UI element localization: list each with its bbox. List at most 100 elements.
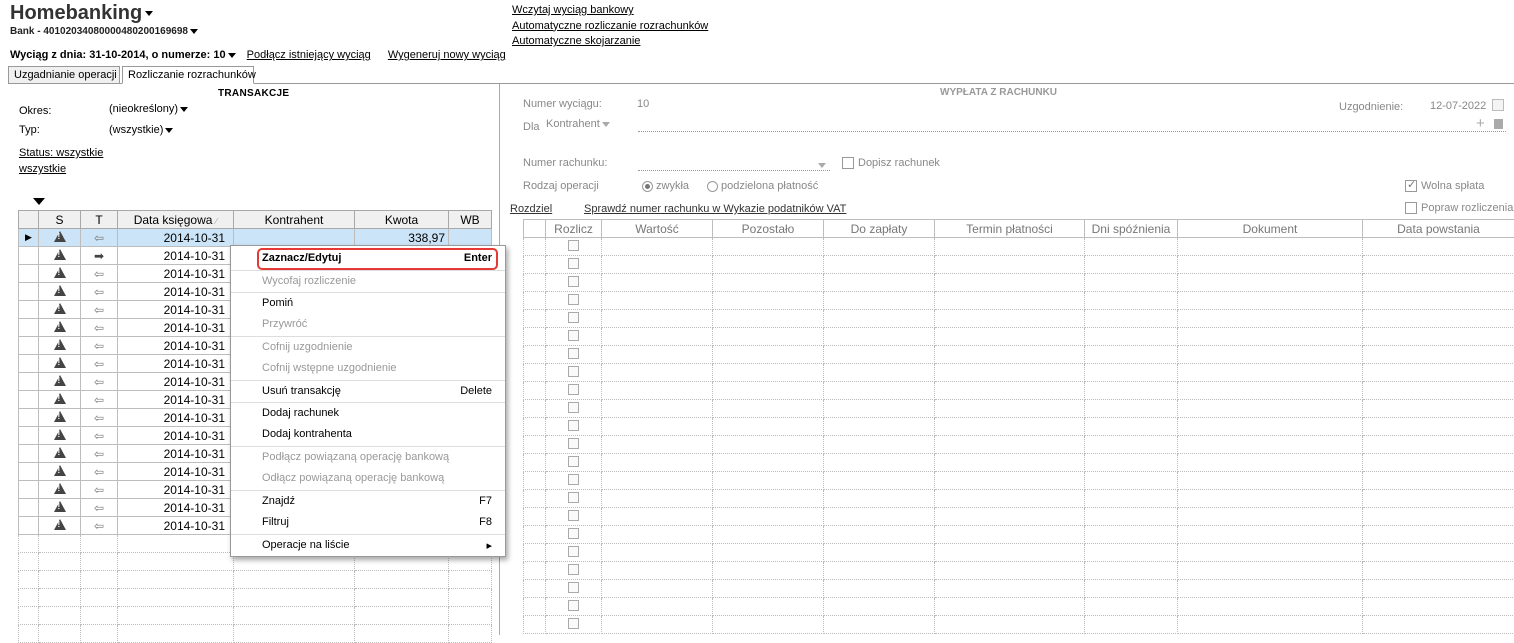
row-indicator[interactable] (19, 463, 39, 481)
calendar-icon[interactable] (1492, 99, 1504, 111)
row-indicator[interactable] (19, 391, 39, 409)
checkbox-icon[interactable] (568, 384, 579, 395)
settle-cell[interactable] (546, 490, 602, 508)
settlement-row[interactable] (524, 274, 1514, 292)
account-chevron-down-icon[interactable] (816, 159, 826, 171)
row-indicator[interactable] (19, 373, 39, 391)
settle-cell[interactable] (546, 292, 602, 310)
column-header-created-date[interactable]: Data powstania (1363, 220, 1514, 238)
row-indicator[interactable] (19, 409, 39, 427)
settlement-row[interactable] (524, 508, 1514, 526)
settle-cell[interactable] (546, 598, 602, 616)
settle-cell[interactable] (546, 436, 602, 454)
column-header-booking-date[interactable]: Data księgowa ∕ (118, 211, 234, 229)
checkbox-icon[interactable] (568, 438, 579, 449)
settlement-row[interactable] (524, 562, 1514, 580)
checkbox-icon[interactable] (568, 618, 579, 629)
menu-item-7[interactable]: Dodaj rachunek (231, 402, 505, 424)
row-indicator[interactable] (19, 355, 39, 373)
row-indicator[interactable] (19, 301, 39, 319)
op-split-radio[interactable]: podzielona płatność (707, 180, 818, 192)
checkbox-icon[interactable] (568, 420, 579, 431)
settlement-row[interactable] (524, 526, 1514, 544)
column-header-remaining[interactable]: Pozostało (713, 220, 824, 238)
type-select[interactable]: (wszystkie) (109, 124, 173, 136)
settle-cell[interactable] (546, 400, 602, 418)
settle-cell[interactable] (546, 364, 602, 382)
group-by-chevron[interactable] (31, 194, 45, 208)
settlement-row[interactable] (524, 400, 1514, 418)
column-header-counterparty[interactable]: Kontrahent (234, 211, 355, 229)
column-header-wb[interactable]: WB (449, 211, 492, 229)
checkbox-icon[interactable] (568, 564, 579, 575)
settle-cell[interactable] (546, 616, 602, 634)
settlement-row[interactable] (524, 292, 1514, 310)
vat-check-link[interactable]: Sprawdź numer rachunku w Wykazie podatni… (584, 203, 846, 215)
bank-chevron-down-icon[interactable] (190, 29, 198, 34)
column-header-status[interactable]: S (39, 211, 81, 229)
row-indicator[interactable] (19, 427, 39, 445)
menu-item-13[interactable]: Operacje na liście▸ (231, 534, 505, 556)
row-indicator[interactable] (19, 517, 39, 535)
settlement-row[interactable] (524, 310, 1514, 328)
attach-statement-link[interactable]: Podłącz istniejący wyciąg (247, 49, 371, 61)
free-payment-checkbox[interactable]: Wolna spłata (1405, 180, 1484, 192)
plus-icon[interactable]: + (1476, 115, 1485, 132)
checkbox-icon[interactable] (568, 294, 579, 305)
settle-cell[interactable] (546, 238, 602, 256)
row-indicator[interactable] (19, 499, 39, 517)
checkbox-icon[interactable] (568, 600, 579, 611)
settle-cell[interactable] (546, 256, 602, 274)
settle-cell[interactable] (546, 580, 602, 598)
checkbox-icon[interactable] (568, 276, 579, 287)
checkbox-icon[interactable] (568, 474, 579, 485)
settlement-row[interactable] (524, 580, 1514, 598)
row-indicator[interactable]: ▶ (19, 229, 39, 247)
settle-cell[interactable] (546, 472, 602, 490)
column-header-type[interactable]: T (81, 211, 118, 229)
settle-cell[interactable] (546, 346, 602, 364)
checkbox-icon[interactable] (568, 510, 579, 521)
settle-cell[interactable] (546, 454, 602, 472)
column-header-days-late[interactable]: Dni spóźnienia (1085, 220, 1178, 238)
tab-settle-receivables[interactable]: Rozliczanie rozrachunków (122, 66, 254, 84)
settle-cell[interactable] (546, 526, 602, 544)
checkbox-icon[interactable] (568, 528, 579, 539)
checkbox-icon[interactable] (568, 312, 579, 323)
settle-cell[interactable] (546, 418, 602, 436)
auto-settlement-link[interactable]: Automatyczne rozliczanie rozrachunków (512, 19, 708, 35)
row-indicator[interactable] (19, 319, 39, 337)
app-title-chevron-down-icon[interactable] (145, 11, 153, 16)
settlement-row[interactable] (524, 544, 1514, 562)
statement-chevron-down-icon[interactable] (228, 53, 236, 58)
settlement-row[interactable] (524, 490, 1514, 508)
tab-reconcile-operations[interactable]: Uzgadnianie operacji (8, 66, 120, 84)
settlement-row[interactable] (524, 364, 1514, 382)
settlement-row[interactable] (524, 346, 1514, 364)
row-indicator[interactable] (19, 283, 39, 301)
settle-cell[interactable] (546, 562, 602, 580)
settlement-row[interactable] (524, 382, 1514, 400)
menu-item-0[interactable]: Zaznacz/EdytujEnter (231, 248, 505, 270)
settle-cell[interactable] (546, 508, 602, 526)
menu-item-6[interactable]: Usuń transakcjęDelete (231, 380, 505, 402)
checkbox-icon[interactable] (568, 258, 579, 269)
settlement-row[interactable] (524, 238, 1514, 256)
settlement-row[interactable] (524, 616, 1514, 634)
status-filter-link[interactable]: Status: wszystkie (19, 147, 103, 159)
checkbox-icon[interactable] (568, 456, 579, 467)
settlement-row[interactable] (524, 454, 1514, 472)
row-indicator[interactable] (19, 481, 39, 499)
column-header-document[interactable]: Dokument (1178, 220, 1363, 238)
column-header-settle[interactable]: Rozlicz (546, 220, 602, 238)
fix-settlements-checkbox[interactable]: Popraw rozliczenia (1405, 202, 1513, 214)
for-select[interactable]: Kontrahent (546, 118, 610, 130)
split-link[interactable]: Rozdziel (510, 203, 552, 215)
checkbox-icon[interactable] (568, 330, 579, 341)
row-indicator[interactable] (19, 337, 39, 355)
checkbox-icon[interactable] (568, 582, 579, 593)
checkbox-icon[interactable] (568, 492, 579, 503)
table-row[interactable]: ▶⇦2014-10-31338,97 (19, 229, 492, 247)
settle-cell[interactable] (546, 274, 602, 292)
settle-cell[interactable] (546, 544, 602, 562)
